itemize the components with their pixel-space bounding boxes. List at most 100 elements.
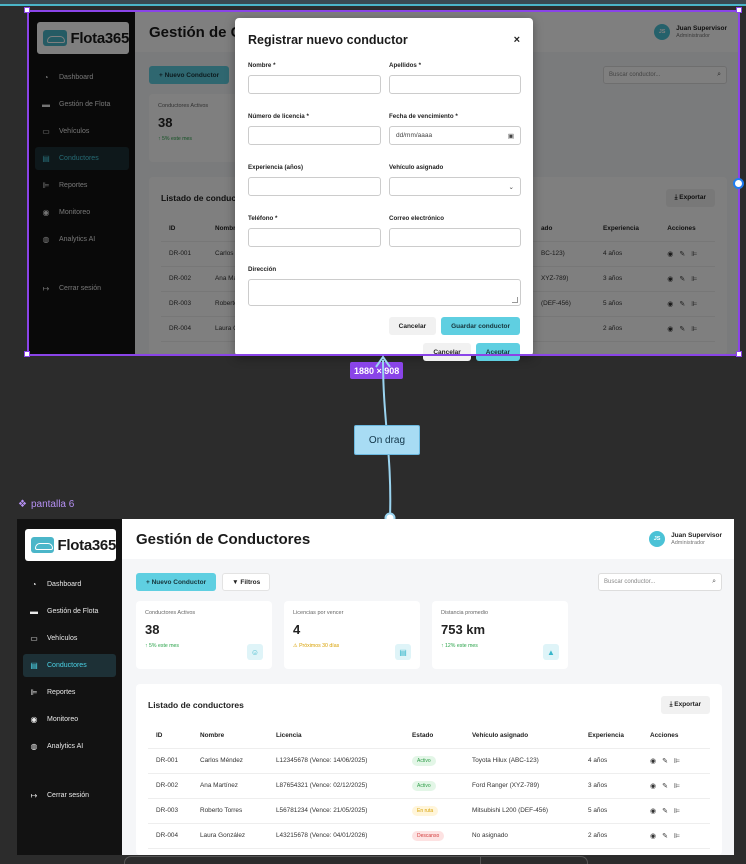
interaction-label[interactable]: On drag (354, 425, 420, 455)
calendar-icon[interactable]: ▣ (508, 132, 514, 140)
driver-form: Nombre * Apellidos * Número de licencia … (248, 62, 521, 314)
sidebar-item-label: Gestión de Flota (59, 101, 111, 108)
export-button[interactable]: ⤓ Exportar (660, 696, 710, 714)
logout-button[interactable]: ↦ Cerrar sesión (23, 784, 116, 807)
first-name-field[interactable] (248, 75, 381, 94)
new-driver-button[interactable]: + Nuevo Conductor (136, 573, 217, 591)
page-title: Gestión de Conductores (136, 530, 311, 548)
sidebar-item-reports[interactable]: ⊫ Reportes (35, 174, 129, 197)
status-badge: En ruta (412, 805, 439, 816)
user-name: Juan Supervisor (676, 24, 727, 32)
stats-icon[interactable]: ⊫ (691, 275, 697, 283)
view-icon[interactable]: ◉ (650, 807, 656, 815)
resize-handle[interactable] (736, 351, 742, 357)
edit-icon[interactable]: ✎ (679, 325, 685, 333)
sidebar-item-analytics[interactable]: ◍ Analytics AI (23, 735, 116, 758)
close-icon[interactable]: × (514, 34, 520, 46)
license-number-field[interactable] (248, 126, 381, 145)
cancel-button-secondary[interactable]: Cancelar (423, 343, 471, 361)
export-button[interactable]: ⤓ Exportar (665, 189, 715, 207)
cell-name: Laura González (192, 823, 268, 849)
stats-icon[interactable]: ⊫ (674, 807, 680, 815)
cell-vehicle: Mitsubishi L200 (DEF-456) (464, 798, 580, 824)
view-icon[interactable]: ◉ (667, 300, 673, 308)
sidebar-item-vehicles[interactable]: ▭ Vehículos (35, 120, 129, 143)
edit-icon[interactable]: ✎ (679, 250, 685, 258)
car-icon: ▭ (42, 127, 50, 136)
search-input[interactable]: Buscar conductor... ⌕ (598, 573, 722, 591)
sidebar-item-drivers[interactable]: ▤ Conductores (23, 654, 116, 677)
stats-icon[interactable]: ⊫ (691, 250, 697, 258)
connection-node[interactable] (733, 178, 744, 189)
stats-icon[interactable]: ⊫ (674, 832, 680, 840)
sidebar-item-reports[interactable]: ⊫ Reportes (23, 681, 116, 704)
table-row[interactable]: DR-004 Laura González L43215678 (Vence: 04… (148, 823, 710, 849)
sidebar-item-drivers[interactable]: ▤ Conductores (35, 147, 129, 170)
phone-field[interactable] (248, 228, 381, 247)
email-field[interactable] (389, 228, 521, 247)
sidebar-item-dashboard[interactable]: ◔ Dashboard (23, 573, 116, 596)
last-name-field[interactable] (389, 75, 521, 94)
edit-icon[interactable]: ✎ (662, 832, 668, 840)
expiry-date-field[interactable]: dd/mm/aaaa ▣ (389, 126, 521, 145)
logout-button[interactable]: ↦ Cerrar sesión (35, 277, 129, 300)
brand-logo: Flota365 (25, 529, 116, 561)
view-icon[interactable]: ◉ (650, 757, 656, 765)
brand-name: Flota365 (57, 536, 117, 554)
experience-field[interactable] (248, 177, 381, 196)
sidebar-item-label: Dashboard (59, 74, 94, 81)
cell-id: DR-001 (148, 748, 192, 774)
edit-icon[interactable]: ✎ (662, 807, 668, 815)
resize-handle[interactable] (736, 7, 742, 13)
bottom-toolbar[interactable] (124, 856, 588, 864)
sidebar-item-label: Conductores (47, 662, 87, 669)
edit-icon[interactable]: ✎ (662, 757, 668, 765)
artboard-bottom[interactable]: Flota365 ◔ Dashboard ▬ Gestión de Flota ▭ V… (17, 519, 734, 855)
sidebar-item-dashboard[interactable]: ◔ Dashboard (35, 66, 129, 89)
user-info[interactable]: JS Juan Supervisor Administrador (649, 531, 722, 547)
cancel-button[interactable]: Cancelar (388, 317, 437, 335)
table-row[interactable]: DR-002 Ana Martínez L87654321 (Vence: 02/1… (148, 773, 710, 799)
column-header: Nombre (192, 724, 268, 749)
sidebar-item-fleet[interactable]: ▬ Gestión de Flota (23, 600, 116, 623)
frame-label[interactable]: ❖ pantalla 6 (18, 499, 74, 510)
sidebar-item-vehicles[interactable]: ▭ Vehículos (23, 627, 116, 650)
view-icon[interactable]: ◉ (667, 275, 673, 283)
vehicle-select[interactable]: ⌄ (389, 177, 521, 196)
view-icon[interactable]: ◉ (650, 782, 656, 790)
sidebar-item-monitoring[interactable]: ◉ Monitoreo (23, 708, 116, 731)
address-field[interactable] (248, 279, 521, 306)
sidebar-item-analytics[interactable]: ◍ Analytics AI (35, 228, 129, 251)
avatar: JS (654, 24, 671, 40)
search-input[interactable]: Buscar conductor... ⌕ (603, 66, 727, 84)
edit-icon[interactable]: ✎ (679, 275, 685, 283)
column-header: Experiencia (580, 724, 642, 749)
new-driver-button[interactable]: + Nuevo Conductor (149, 66, 230, 84)
truck-icon: ▬ (30, 607, 38, 616)
edit-icon[interactable]: ✎ (679, 300, 685, 308)
sidebar-item-label: Monitoreo (47, 716, 79, 723)
sidebar-item-fleet[interactable]: ▬ Gestión de Flota (35, 93, 129, 116)
column-header: Experiencia (595, 217, 660, 242)
stats-icon[interactable]: ⊫ (674, 782, 680, 790)
view-icon[interactable]: ◉ (650, 832, 656, 840)
stats-icon[interactable]: ⊫ (691, 300, 697, 308)
user-info[interactable]: JS Juan Supervisor Administrador (654, 24, 727, 40)
stats-icon[interactable]: ⊫ (691, 325, 697, 333)
table-row[interactable]: DR-001 Carlos Méndez L12345678 (Vence: 14/… (148, 748, 710, 774)
view-icon[interactable]: ◉ (667, 325, 673, 333)
cell-license: L43215678 (Vence: 04/01/2026) (268, 823, 404, 849)
resize-handle[interactable] (24, 7, 30, 13)
sidebar-item-monitoring[interactable]: ◉ Monitoreo (35, 201, 129, 224)
edit-icon[interactable]: ✎ (662, 782, 668, 790)
view-icon[interactable]: ◉ (667, 250, 673, 258)
stat-note: ↑ 12% este mes (441, 643, 478, 649)
resize-handle[interactable] (24, 351, 30, 357)
table-row[interactable]: DR-003 Roberto Torres L56781234 (Vence: 21… (148, 798, 710, 824)
stats-icon[interactable]: ⊫ (674, 757, 680, 765)
stat-label: Distancia promedio (441, 610, 489, 616)
filters-button[interactable]: ▼ Filtros (222, 573, 271, 591)
accept-button[interactable]: Aceptar (475, 343, 520, 361)
save-driver-button[interactable]: Guardar conductor (441, 317, 520, 335)
cell-id: DR-004 (161, 316, 207, 342)
